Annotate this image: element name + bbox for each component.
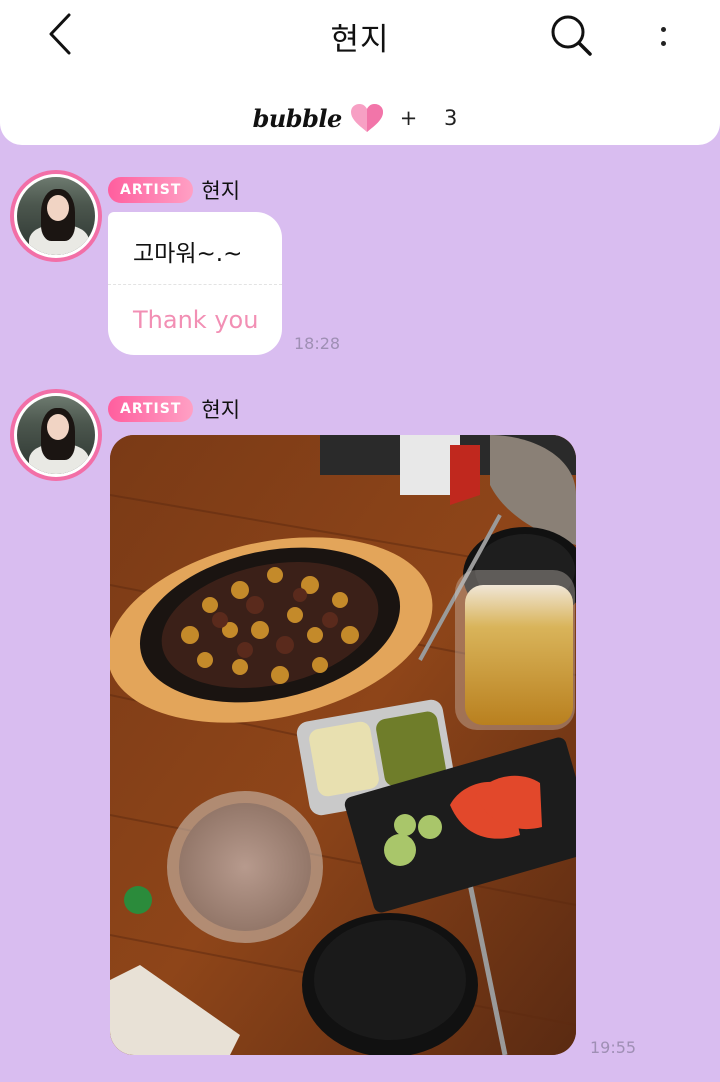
message-time: 18:28	[294, 334, 341, 353]
more-options-button[interactable]	[648, 12, 678, 60]
artist-badge: ARTIST	[108, 177, 194, 203]
avatar-image	[17, 396, 95, 474]
message-bubble[interactable]: 고마워~.~ Thank you	[108, 212, 282, 355]
heart-icon	[350, 104, 383, 132]
avatar[interactable]	[10, 389, 102, 481]
more-dot-icon	[660, 40, 666, 46]
sender-row: ARTIST 현지	[108, 175, 240, 205]
search-button[interactable]	[548, 12, 596, 60]
sender-row: ARTIST 현지	[108, 394, 240, 424]
artist-badge: ARTIST	[108, 396, 194, 422]
message-photo[interactable]	[110, 435, 576, 1055]
chat-title: 현지	[330, 22, 390, 58]
avatar[interactable]	[10, 170, 102, 262]
translation-text: Thank you	[133, 306, 259, 334]
avatar-image	[17, 177, 95, 255]
sender-name: 현지	[201, 179, 241, 203]
message-text: 고마워~.~	[133, 241, 243, 267]
subscription-bar[interactable]: bubble + 3	[0, 98, 720, 138]
bubble-logo: bubble	[252, 103, 343, 133]
sender-name: 현지	[201, 398, 241, 422]
message-time: 19:55	[590, 1038, 637, 1057]
chat-header: 현지 bubble + 3	[0, 0, 720, 145]
search-icon	[551, 15, 592, 56]
divider	[108, 284, 282, 285]
member-count: + 3	[399, 106, 468, 130]
food-photo-image	[110, 435, 576, 1055]
more-dot-icon	[660, 26, 666, 32]
